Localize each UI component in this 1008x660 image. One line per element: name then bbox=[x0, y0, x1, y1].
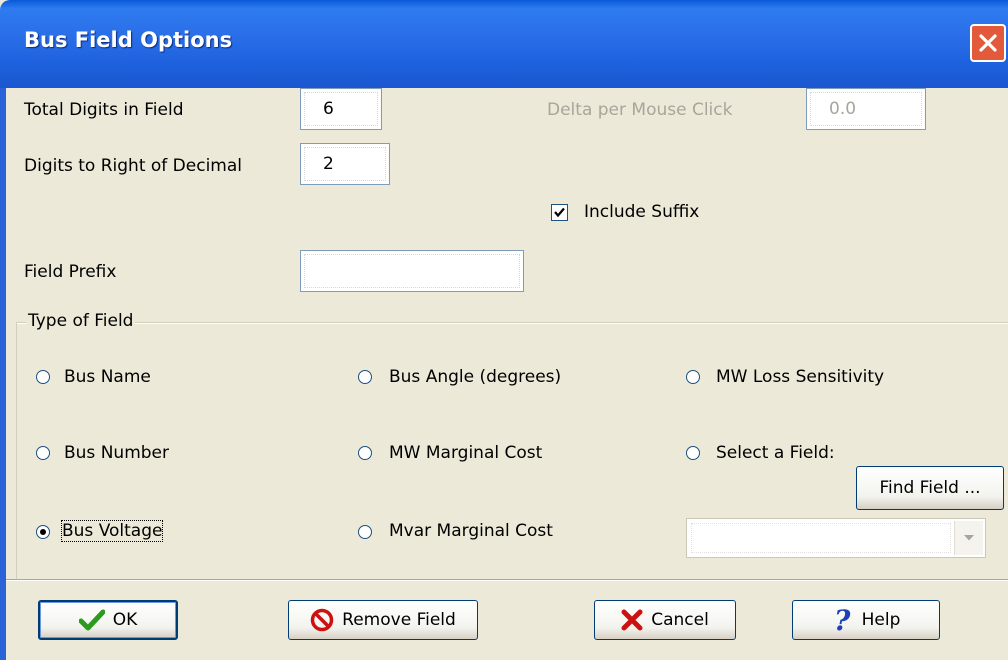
remove-field-button[interactable]: Remove Field bbox=[288, 600, 478, 640]
type-of-field-title: Type of Field bbox=[26, 311, 136, 331]
radio-label-bus-name[interactable]: Bus Name bbox=[64, 367, 151, 387]
help-button[interactable]: ? Help bbox=[792, 600, 940, 640]
window-frame-left bbox=[0, 88, 6, 660]
question-icon: ? bbox=[832, 606, 854, 634]
find-field-button-label: Find Field ... bbox=[879, 478, 981, 498]
radio-mw-loss-sensitivity[interactable] bbox=[686, 370, 700, 384]
remove-field-button-label: Remove Field bbox=[342, 610, 456, 630]
close-icon bbox=[979, 34, 997, 52]
radio-bus-name[interactable] bbox=[36, 370, 50, 384]
total-digits-label: Total Digits in Field bbox=[24, 100, 184, 120]
radio-bus-number[interactable] bbox=[36, 446, 50, 460]
include-suffix-checkbox[interactable] bbox=[551, 204, 568, 221]
check-icon bbox=[78, 609, 105, 631]
window-title: Bus Field Options bbox=[24, 28, 233, 52]
radio-label-mw-marginal-cost[interactable]: MW Marginal Cost bbox=[389, 443, 542, 463]
svg-text:?: ? bbox=[834, 606, 851, 634]
cancel-button[interactable]: Cancel bbox=[594, 600, 736, 640]
decimal-digits-input[interactable]: 2 bbox=[300, 143, 390, 185]
radio-bus-voltage[interactable] bbox=[36, 525, 50, 539]
title-bar: Bus Field Options bbox=[0, 0, 1008, 88]
radio-label-bus-angle[interactable]: Bus Angle (degrees) bbox=[389, 367, 561, 387]
delta-per-click-input: 0.0 bbox=[806, 88, 926, 130]
radio-label-mvar-marginal-cost[interactable]: Mvar Marginal Cost bbox=[389, 521, 553, 541]
radio-label-mw-loss-sensitivity[interactable]: MW Loss Sensitivity bbox=[716, 367, 884, 387]
x-icon bbox=[621, 609, 643, 631]
radio-bus-angle[interactable] bbox=[358, 370, 372, 384]
help-button-label: Help bbox=[861, 610, 901, 630]
chevron-down-icon bbox=[964, 535, 974, 541]
radio-mw-marginal-cost[interactable] bbox=[358, 446, 372, 460]
close-button[interactable] bbox=[970, 24, 1006, 62]
select-field-value bbox=[691, 523, 951, 553]
group-border-top-highlight bbox=[16, 323, 1008, 324]
button-separator-highlight bbox=[6, 580, 1008, 581]
field-prefix-label: Field Prefix bbox=[24, 262, 117, 282]
checkmark-icon bbox=[554, 207, 565, 218]
dropdown-arrow[interactable] bbox=[954, 521, 983, 555]
field-prefix-input[interactable] bbox=[300, 250, 524, 292]
radio-label-bus-number[interactable]: Bus Number bbox=[64, 443, 169, 463]
find-field-button[interactable]: Find Field ... bbox=[856, 466, 1004, 510]
decimal-digits-label: Digits to Right of Decimal bbox=[24, 156, 243, 176]
include-suffix-label[interactable]: Include Suffix bbox=[584, 202, 699, 222]
radio-select-a-field[interactable] bbox=[686, 446, 700, 460]
cancel-button-label: Cancel bbox=[651, 610, 709, 630]
radio-mvar-marginal-cost[interactable] bbox=[358, 525, 372, 539]
total-digits-input[interactable]: 6 bbox=[300, 88, 382, 130]
ok-button[interactable]: OK bbox=[38, 600, 178, 640]
radio-label-bus-voltage[interactable]: Bus Voltage bbox=[60, 520, 164, 542]
delta-per-click-label: Delta per Mouse Click bbox=[547, 100, 733, 120]
ok-button-label: OK bbox=[112, 610, 138, 630]
select-field-dropdown[interactable] bbox=[686, 518, 986, 558]
group-border-left bbox=[16, 322, 17, 579]
no-entry-icon bbox=[310, 608, 334, 632]
radio-label-select-a-field[interactable]: Select a Field: bbox=[716, 443, 835, 463]
